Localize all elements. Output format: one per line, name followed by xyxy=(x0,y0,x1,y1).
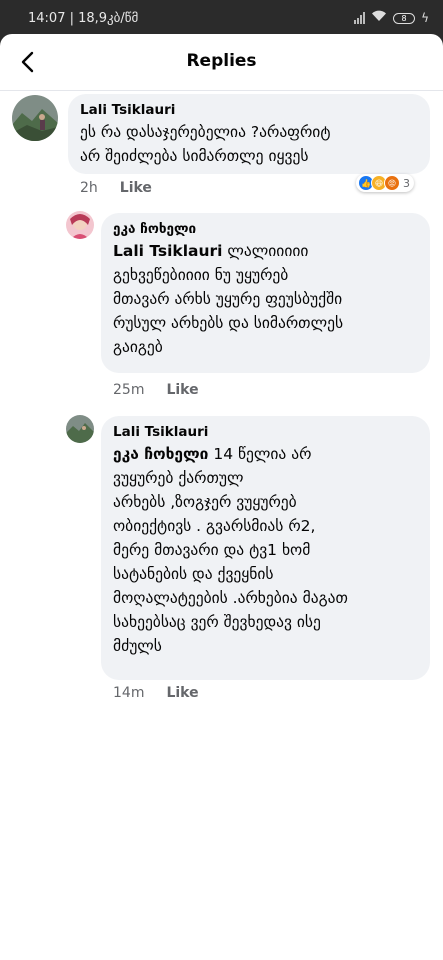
status-bar: 14:07 | 18,9კბ/წმ 8 ϟ xyxy=(0,0,443,38)
comment-line: მთავარ არხს უყურე ფეუსბუქში xyxy=(113,290,343,308)
mention-link[interactable]: Lali Tsiklauri xyxy=(113,242,222,260)
like-button[interactable]: Like xyxy=(166,382,198,398)
comment-line: რუსულ არხებს და სიმართლეს xyxy=(113,314,344,332)
comment-line: სახეებსაც ვერ შევხედავ ისე xyxy=(113,613,321,631)
header: Replies xyxy=(0,34,443,91)
comment-line: ეს რა დასაჯერებელია ?არაფრიტ xyxy=(80,123,331,141)
comment-meta: 25m Like xyxy=(113,382,199,398)
comment-line: სატანების და ქვეყნის xyxy=(113,565,274,583)
page-title: Replies xyxy=(186,51,257,71)
battery-icon: 8 xyxy=(393,12,416,24)
comment-text: ეს რა დასაჯერებელია ?არაფრიტ არ შეიძლება… xyxy=(80,120,418,168)
signal-icon xyxy=(354,12,366,24)
comment-line: მძულს xyxy=(113,637,162,655)
avatar[interactable] xyxy=(66,211,94,239)
comment-text: Lali Tsiklauri ლალიიიიი გეხვეწებიიიი ნუ … xyxy=(113,239,418,359)
avatar[interactable] xyxy=(12,95,58,141)
comment-author[interactable]: ეკა ჩოხელი xyxy=(113,221,418,237)
like-button[interactable]: Like xyxy=(166,685,198,701)
comment-author[interactable]: Lali Tsiklauri xyxy=(113,424,418,440)
mention-link[interactable]: ეკა ჩოხელი xyxy=(113,445,208,463)
status-icons: 8 ϟ xyxy=(354,10,429,26)
reply-bubble[interactable]: ეკა ჩოხელი Lali Tsiklauri ლალიიიიი გეხვე… xyxy=(101,213,430,373)
wifi-icon xyxy=(371,10,387,26)
comment-line: ვუყურებ ქართულ xyxy=(113,469,244,487)
comment-line: ეკა ჩოხელი 14 წელია არ xyxy=(113,442,418,466)
charging-icon: ϟ xyxy=(421,11,429,25)
comment-text: ეკა ჩოხელი 14 წელია არ ვუყურებ ქართულ არ… xyxy=(113,442,418,658)
status-time: 14:07 | 18,9კბ/წმ xyxy=(28,11,139,26)
comment-time: 2h xyxy=(80,180,98,196)
comment-line: Lali Tsiklauri ლალიიიიი xyxy=(113,239,418,263)
comment-author[interactable]: Lali Tsiklauri xyxy=(80,102,418,118)
comment-time: 14m xyxy=(113,685,145,701)
comment-time: 25m xyxy=(113,382,145,398)
angry-reaction-icon: 😡 xyxy=(384,175,400,191)
comment-line: გეხვეწებიიიი ნუ უყურებ xyxy=(113,266,289,284)
like-button[interactable]: Like xyxy=(120,180,152,196)
comment-line: მოღალატეების .არხებია მაგათ xyxy=(113,589,348,607)
comment-meta: 14m Like xyxy=(113,685,199,701)
comment-line: გაიგებ xyxy=(113,338,163,356)
reply-bubble[interactable]: Lali Tsiklauri ეკა ჩოხელი 14 წელია არ ვუ… xyxy=(101,416,430,680)
replies-sheet: Replies Lali Tsiklauri ეს რა დასაჯერებელ… xyxy=(0,34,443,960)
comment-meta: 2h Like xyxy=(80,180,152,196)
reaction-count: 3 xyxy=(403,176,410,190)
comment-text-fragment: 14 წელია არ xyxy=(208,445,312,463)
comment-bubble[interactable]: Lali Tsiklauri ეს რა დასაჯერებელია ?არაფ… xyxy=(68,94,430,174)
comment-line: ობიექტივს . გვარსმიას რ2, xyxy=(113,517,316,535)
comment-text-fragment: ლალიიიიი xyxy=(222,242,309,260)
avatar[interactable] xyxy=(66,415,94,443)
comment-line: მერე მთავარი და ტვ1 ხომ xyxy=(113,541,311,559)
comment-line: არხებს ,ზოგჯერ ვუყურებ xyxy=(113,493,297,511)
comment-line: არ შეიძლება სიმართლე იყვეს xyxy=(80,147,309,165)
reactions-badge[interactable]: 👍 😆 😡 3 xyxy=(356,174,414,192)
